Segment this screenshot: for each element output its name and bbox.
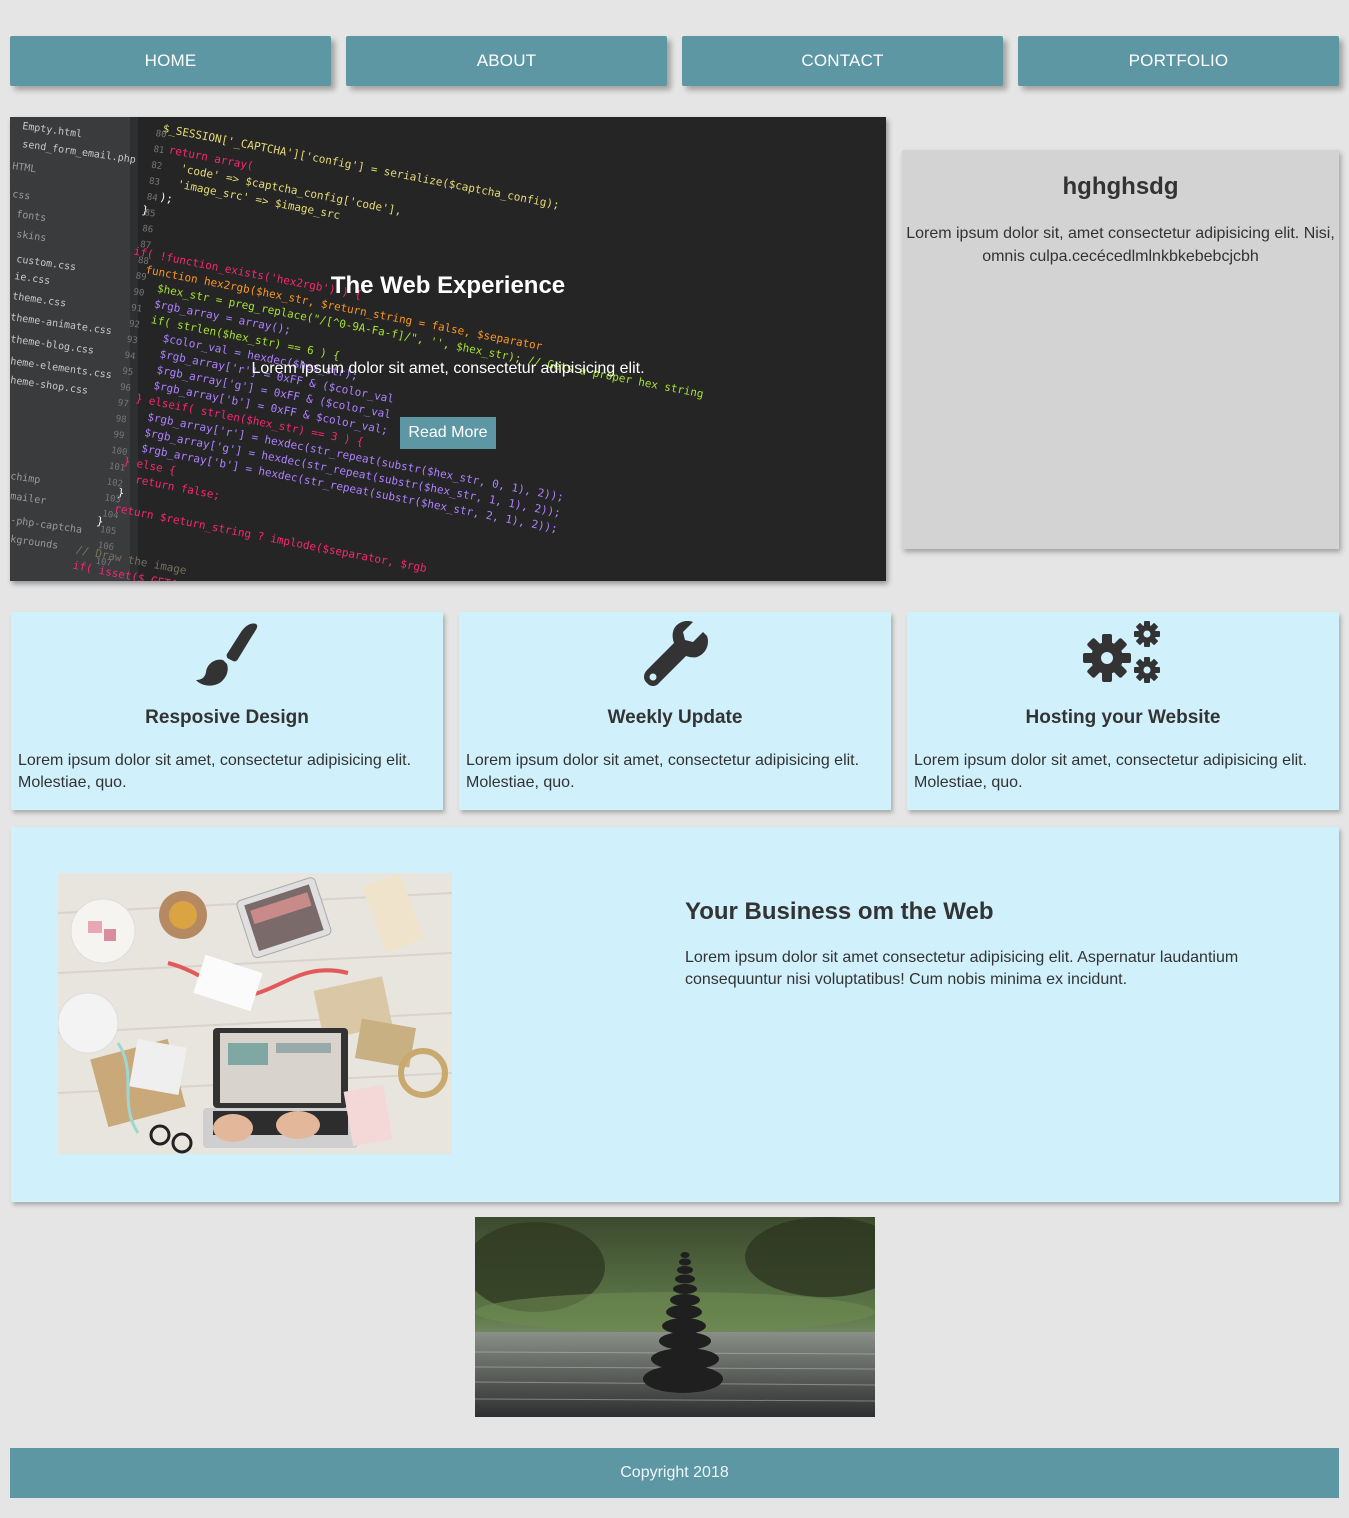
- code-background-image: Empty.html send_form_email.php HTML css …: [10, 117, 705, 581]
- svg-text:87: 87: [139, 240, 151, 251]
- business-title: Your Business om the Web: [685, 898, 994, 925]
- svg-text:83: 83: [148, 177, 160, 188]
- feature-text: Lorem ipsum dolor sit amet, consectetur …: [914, 752, 1308, 791]
- svg-text:81: 81: [153, 145, 165, 156]
- wrench-icon: [644, 621, 708, 686]
- svg-text:86: 86: [142, 224, 154, 235]
- svg-text:96: 96: [119, 383, 131, 394]
- cogs-icon: [1083, 621, 1160, 683]
- svg-text:98: 98: [115, 414, 127, 425]
- read-more-button[interactable]: Read More: [400, 417, 496, 449]
- svg-text:91: 91: [131, 303, 143, 314]
- feature-card-hosting: Hosting your Website Lorem ipsum dolor s…: [907, 612, 1339, 810]
- nav-contact-button[interactable]: CONTACT: [682, 36, 1003, 86]
- svg-text:);: );: [159, 191, 174, 206]
- feature-title: Weekly Update: [607, 707, 743, 728]
- stacked-stones-photo: [475, 1217, 875, 1417]
- side-card-title: hghghsdg: [1062, 173, 1179, 200]
- nav-portfolio-button[interactable]: PORTFOLIO: [1018, 36, 1339, 86]
- svg-text:84: 84: [146, 192, 158, 203]
- business-text: Lorem ipsum dolor sit amet consectetur a…: [685, 949, 1239, 988]
- workspace-photo: [58, 873, 452, 1154]
- nav-home-button[interactable]: HOME: [10, 36, 331, 86]
- feature-text: Lorem ipsum dolor sit amet, consectetur …: [18, 752, 412, 791]
- main-nav: HOME ABOUT CONTACT PORTFOLIO: [10, 36, 1339, 86]
- feature-title: Hosting your Website: [1025, 707, 1221, 728]
- hero-banner: Empty.html send_form_email.php HTML css …: [10, 117, 886, 581]
- svg-text:92: 92: [128, 319, 140, 330]
- footer: Copyright 2018: [10, 1448, 1339, 1498]
- svg-text:88: 88: [137, 256, 149, 267]
- svg-text:93: 93: [126, 335, 138, 346]
- svg-text:99: 99: [113, 430, 125, 441]
- business-section: Your Business om the Web Lorem ipsum dol…: [11, 827, 1339, 1202]
- svg-text:97: 97: [117, 398, 129, 409]
- side-card-text: Lorem ipsum dolor sit, amet consectetur …: [906, 225, 1335, 265]
- hero-text: Lorem ipsum dolor sit amet, consectetur …: [251, 360, 645, 377]
- svg-text:85: 85: [144, 208, 156, 219]
- copyright-text: Copyright 2018: [620, 1464, 729, 1481]
- feature-title: Resposive Design: [145, 707, 309, 728]
- side-card: hghghsdg Lorem ipsum dolor sit, amet con…: [902, 150, 1339, 549]
- svg-text:82: 82: [151, 161, 163, 172]
- nav-about-button[interactable]: ABOUT: [346, 36, 667, 86]
- feature-card-responsive: Resposive Design Lorem ipsum dolor sit a…: [11, 612, 443, 810]
- feature-text: Lorem ipsum dolor sit amet, consectetur …: [466, 752, 860, 791]
- hero-title: The Web Experience: [330, 272, 566, 299]
- svg-text:return false;: return false;: [134, 473, 221, 502]
- feature-card-weekly-update: Weekly Update Lorem ipsum dolor sit amet…: [459, 612, 891, 810]
- paintbrush-icon: [196, 623, 258, 686]
- svg-text:80: 80: [155, 129, 167, 140]
